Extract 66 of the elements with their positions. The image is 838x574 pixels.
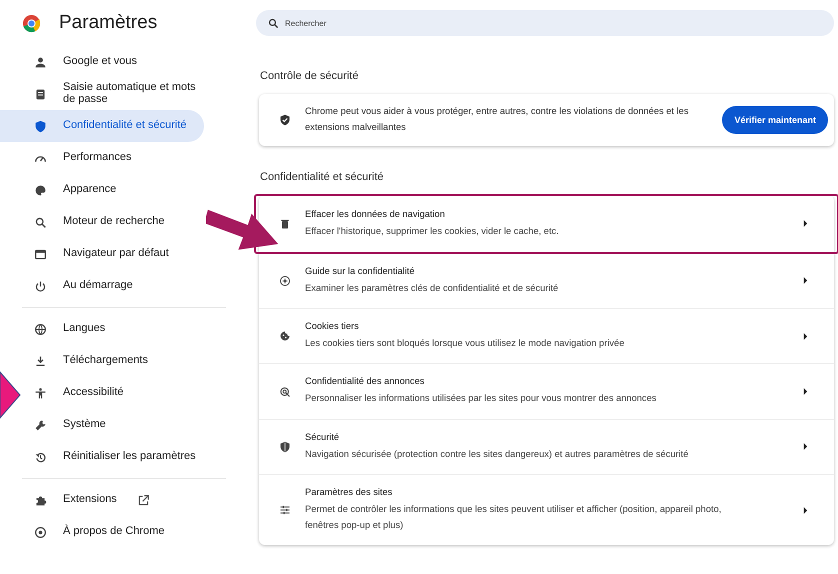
row-subtitle: Permet de contrôler les informations que les sites peuvent utiliser et afficher (position, appareil photo, fenêtres pop-up et plus)	[305, 502, 722, 532]
safety-check-text: Chrome peut vous aider à vous protéger, entre autres, contre les violations de données et les extensions malveillantes	[305, 105, 690, 134]
row-subtitle: Examiner les paramètres clés de confidentialité et de sécurité	[305, 282, 560, 295]
sidebar-item[interactable]: Saisie automatique et mots de passe	[0, 78, 204, 110]
sidebar-item[interactable]: Confidentialité et sécurité	[0, 110, 204, 142]
shield-check-icon	[279, 114, 291, 126]
row-title: Guide sur la confidentialité	[305, 266, 416, 276]
chevron-right-icon	[803, 277, 808, 284]
target-cursor-icon	[279, 386, 291, 398]
history-icon	[34, 450, 47, 464]
sidebar-item[interactable]: Extensions	[22, 484, 226, 516]
sidebar-item[interactable]: Réinitialiser les paramètres	[22, 441, 226, 473]
settings-row[interactable]: Effacer les données de navigation Effacer l'historique, supprimer les cookies, vider le cache, etc.	[255, 194, 838, 253]
row-subtitle: Navigation sécurisée (protection contre les sites dangereux) et autres paramètres de sécurité	[305, 448, 690, 461]
settings-row[interactable]: Confidentialité des annonces Personnaliser les informations utilisées par les sites pour vous montrer des annonces	[259, 363, 834, 419]
sidebar-item[interactable]: Google et vous	[0, 46, 204, 78]
sidebar-item[interactable]: Apparence	[0, 174, 204, 206]
sidebar-item[interactable]: Téléchargements	[22, 345, 226, 377]
browser-window-icon	[34, 248, 47, 260]
settings-row[interactable]: Paramètres des sites Permet de contrôler les informations que les sites peuvent utiliser et afficher (position, appareil photo, fenêtres pop-up et plus)	[259, 474, 834, 546]
verify-now-button[interactable]: Vérifier maintenant	[722, 106, 828, 134]
row-title: Paramètres des sites	[305, 486, 394, 497]
puzzle-icon	[34, 494, 47, 506]
row-subtitle: Personnaliser les informations utilisées par les sites pour vous montrer des annonces	[305, 392, 658, 406]
sidebar-item[interactable]: Système	[22, 409, 226, 441]
chevron-right-icon	[803, 332, 808, 340]
shield-icon	[279, 440, 291, 453]
chevron-right-icon	[803, 388, 808, 396]
search-icon	[34, 216, 47, 228]
search-field[interactable]: Rechercher	[256, 10, 834, 36]
sidebar-item[interactable]: Performances	[0, 142, 204, 174]
logo-icon	[22, 14, 41, 32]
palette-icon	[34, 184, 47, 196]
annotation-arrow	[0, 370, 22, 420]
chevron-right-icon	[803, 443, 808, 450]
trash-icon	[279, 218, 291, 230]
settings-title: Paramètres	[59, 12, 158, 34]
row-title: Confidentialité des annonces	[305, 376, 426, 386]
accessibility-icon	[34, 386, 47, 400]
chevron-right-icon	[803, 506, 808, 514]
sidebar-item[interactable]: À propos de Chrome	[22, 516, 226, 548]
power-icon	[34, 280, 47, 292]
sidebar-item[interactable]: Accessibilité	[22, 377, 226, 409]
sidebar-item[interactable]: Moteur de recherche	[0, 206, 204, 238]
clipboard-icon	[34, 88, 47, 100]
person-icon	[34, 56, 47, 68]
row-title: Cookies tiers	[305, 321, 360, 332]
download-icon	[34, 354, 47, 368]
chevron-right-icon	[803, 220, 808, 228]
sliders-icon	[279, 504, 291, 516]
settings-row[interactable]: Sécurité Navigation sécurisée (protection contre les sites dangereux) et autres paramètres de sécurité	[259, 418, 834, 474]
globe-icon	[34, 322, 47, 336]
row-title: Sécurité	[305, 432, 340, 442]
sidebar-item[interactable]: Navigateur par défaut	[0, 238, 204, 270]
sidebar-item[interactable]: Langues	[22, 313, 226, 345]
shield-icon	[34, 120, 47, 132]
row-subtitle: Les cookies tiers sont bloqués lorsque vous utilisez le mode navigation privée	[305, 337, 626, 350]
section-heading: Contrôle de sécurité	[260, 70, 360, 82]
row-title: Effacer les données de navigation	[305, 208, 446, 219]
cookie-icon	[279, 330, 291, 342]
settings-row[interactable]: Cookies tiers Les cookies tiers sont bloqués lorsque vous utilisez le mode navigation privée	[259, 308, 834, 364]
section-heading: Confidentialité et sécurité	[260, 170, 385, 183]
sidebar-item[interactable]: Au démarrage	[0, 270, 204, 302]
wrench-icon	[34, 418, 47, 432]
row-subtitle: Effacer l'historique, supprimer les cookies, vider le cache, etc.	[305, 224, 560, 238]
settings-row[interactable]: Guide sur la confidentialité Examiner les paramètres clés de confidentialité et de sécurité	[259, 252, 834, 308]
